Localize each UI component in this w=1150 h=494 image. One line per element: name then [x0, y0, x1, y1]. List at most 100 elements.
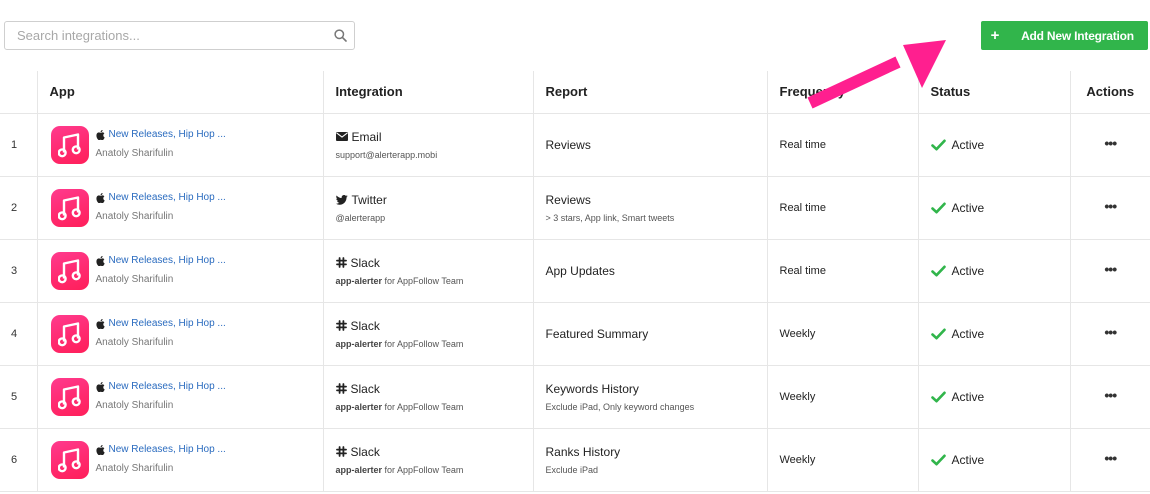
app-name-link[interactable]: New Releases, Hip Hop ... [109, 128, 226, 143]
integration-type: Slack [350, 318, 380, 333]
more-actions-icon[interactable]: ••• [1104, 324, 1117, 340]
frequency-cell: Weekly [767, 302, 919, 366]
more-actions-icon[interactable]: ••• [1104, 135, 1117, 151]
report-type: Reviews [545, 192, 591, 207]
slack-icon [335, 383, 347, 394]
integration-channel: app-alerter [335, 464, 383, 475]
music-note-icon[interactable] [50, 251, 89, 290]
more-actions-icon[interactable]: ••• [1104, 261, 1117, 277]
app-name-link[interactable]: New Releases, Hip Hop ... [109, 380, 226, 395]
apple-icon [95, 130, 105, 141]
integration-cell: Email support@alerterapp.mobi [323, 113, 534, 177]
column-header-report[interactable]: Report [533, 71, 768, 114]
report-type: Featured Summary [545, 326, 649, 341]
actions-cell: ••• [1070, 113, 1150, 177]
checkmark-icon [930, 327, 952, 340]
add-new-integration-button[interactable]: + Add New Integration [981, 21, 1148, 50]
apple-icon [95, 193, 105, 204]
report-cell: Featured Summary [533, 302, 768, 366]
checkmark-icon [930, 453, 952, 466]
frequency-cell: Real time [767, 239, 919, 303]
app-cell: New Releases, Hip Hop ... Anatoly Sharifu… [37, 176, 324, 240]
search-input[interactable] [5, 22, 326, 49]
report-cell: Keywords History Exclude iPad, Only keywo… [533, 365, 768, 429]
app-name-link[interactable]: New Releases, Hip Hop ... [109, 191, 226, 206]
app-name-link[interactable]: New Releases, Hip Hop ... [109, 254, 226, 269]
more-actions-icon[interactable]: ••• [1104, 198, 1117, 214]
report-options: Exclude iPad, Only keyword changes [545, 401, 695, 412]
apple-icon [95, 256, 105, 267]
status-cell: Active [918, 428, 1071, 492]
table-row[interactable]: 2 New Releases, Hip Hop ... Anatoly Sharif… [0, 176, 1150, 240]
integration-type: Slack [350, 255, 380, 270]
row-number: 1 [0, 113, 38, 177]
status-cell: Active [918, 113, 1071, 177]
music-note-icon[interactable] [50, 188, 89, 227]
frequency-cell: Real time [767, 176, 919, 240]
more-actions-icon[interactable]: ••• [1104, 450, 1117, 466]
row-number: 4 [0, 302, 38, 366]
column-header-status[interactable]: Status [918, 71, 1071, 114]
integration-channel: app-alerter [335, 401, 383, 412]
checkmark-icon [930, 264, 952, 277]
actions-cell: ••• [1070, 239, 1150, 303]
actions-cell: ••• [1070, 365, 1150, 429]
row-number: 3 [0, 239, 38, 303]
music-note-icon[interactable] [50, 125, 89, 164]
table-row[interactable]: 1 New Releases, Hip Hop ... Anatoly Sharif… [0, 113, 1150, 177]
apple-icon [95, 319, 105, 330]
integration-type: Twitter [351, 192, 387, 207]
integration-cell: Slack app-alerter for AppFollow Team [323, 302, 534, 366]
music-note-icon[interactable] [50, 440, 89, 479]
column-header-num [0, 71, 38, 114]
app-cell: New Releases, Hip Hop ... Anatoly Sharifu… [37, 113, 324, 177]
report-type: Reviews [545, 137, 591, 152]
envelope-icon [335, 132, 348, 141]
apple-icon [95, 445, 105, 456]
music-note-icon[interactable] [50, 314, 89, 353]
column-header-frequency[interactable]: Frequency [767, 71, 919, 114]
table-row[interactable]: 4 New Releases, Hip Hop ... Anatoly Sharif… [0, 302, 1150, 366]
search-icon[interactable] [326, 29, 354, 42]
app-author: Anatoly Sharifulin [95, 147, 174, 159]
status-cell: Active [918, 365, 1071, 429]
search-box[interactable] [4, 21, 355, 50]
integration-target: for AppFollow Team [382, 401, 464, 412]
status-label: Active [951, 452, 985, 467]
integration-target: for AppFollow Team [382, 338, 464, 349]
twitter-icon [335, 194, 348, 205]
column-header-integration[interactable]: Integration [323, 71, 534, 114]
column-header-app[interactable]: App [37, 71, 324, 114]
app-author: Anatoly Sharifulin [95, 273, 174, 285]
status-label: Active [951, 263, 985, 278]
integration-channel: app-alerter [335, 275, 383, 286]
integration-cell: Slack app-alerter for AppFollow Team [323, 365, 534, 429]
app-cell: New Releases, Hip Hop ... Anatoly Sharifu… [37, 428, 324, 492]
slack-icon [335, 446, 347, 457]
app-name-link[interactable]: New Releases, Hip Hop ... [109, 443, 226, 458]
music-note-icon[interactable] [50, 377, 89, 416]
app-cell: New Releases, Hip Hop ... Anatoly Sharifu… [37, 302, 324, 366]
table-row[interactable]: 3 New Releases, Hip Hop ... Anatoly Sharif… [0, 239, 1150, 303]
integration-cell: Slack app-alerter for AppFollow Team [323, 239, 534, 303]
apple-icon [95, 382, 105, 393]
app-cell: New Releases, Hip Hop ... Anatoly Sharifu… [37, 365, 324, 429]
app-name-link[interactable]: New Releases, Hip Hop ... [109, 317, 226, 332]
row-number: 2 [0, 176, 38, 240]
integration-target: support@alerterapp.mobi [335, 149, 438, 160]
report-type: Keywords History [545, 381, 639, 396]
status-label: Active [951, 200, 985, 215]
table-row[interactable]: 5 New Releases, Hip Hop ... Anatoly Sharif… [0, 365, 1150, 429]
status-label: Active [951, 326, 985, 341]
report-cell: Reviews [533, 113, 768, 177]
status-label: Active [951, 137, 985, 152]
checkmark-icon [930, 201, 952, 214]
integration-type: Slack [350, 444, 380, 459]
report-cell: Reviews > 3 stars, App link, Smart tweets [533, 176, 768, 240]
slack-icon [335, 320, 347, 331]
checkmark-icon [930, 138, 952, 151]
add-new-integration-label: Add New Integration [1021, 28, 1134, 43]
checkmark-icon [930, 390, 952, 403]
table-row[interactable]: 6 New Releases, Hip Hop ... Anatoly Sharif… [0, 428, 1150, 492]
more-actions-icon[interactable]: ••• [1104, 387, 1117, 403]
